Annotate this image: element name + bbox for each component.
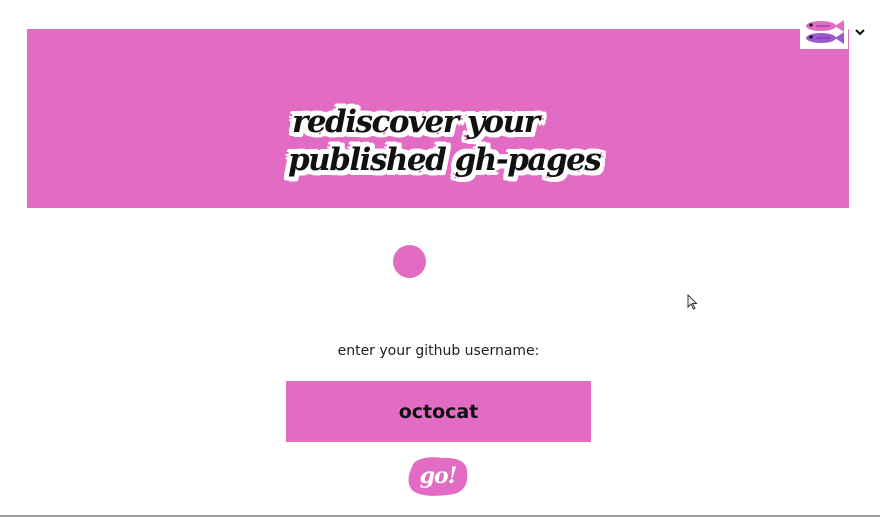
account-menu[interactable] [800,15,870,49]
headline-line-2: published gh-pages [288,142,602,178]
loading-indicator [393,245,426,278]
chevron-down-icon[interactable] [854,26,866,38]
mouse-cursor-icon [687,294,698,310]
page-title: rediscover your published gh-pages [268,103,602,179]
headline-line-1: rediscover your [292,104,540,140]
username-input[interactable] [286,381,591,442]
go-button-label: go! [419,463,458,489]
username-prompt: enter your github username: [337,343,540,359]
go-button[interactable]: go! [406,455,470,497]
pink-fish-avatar-icon [800,15,848,49]
page: rediscover your published gh-pages enter… [0,0,880,517]
